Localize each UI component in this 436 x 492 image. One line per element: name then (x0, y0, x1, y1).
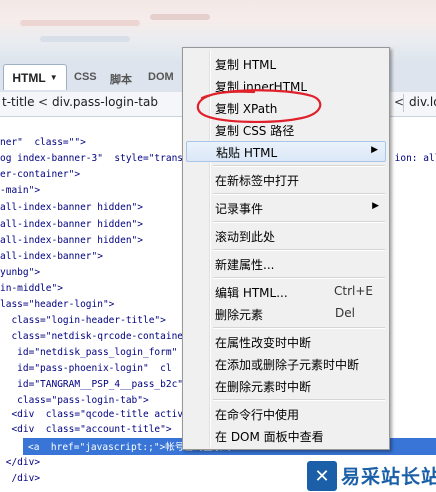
chevron-left-icon[interactable]: < (38, 95, 48, 109)
submenu-arrow-icon: ▶ (372, 201, 379, 211)
menu-item-break-on-element-removal[interactable]: 在删除元素时中断 (183, 375, 389, 396)
code-line[interactable]: class="netdisk-qrcode-container (0, 331, 188, 347)
code-line[interactable]: </div> (0, 457, 40, 473)
menu-item-label: 在命令行中使用 (215, 408, 300, 422)
code-line[interactable]: /div> (0, 473, 40, 489)
menu-item-label: 在新标签中打开 (215, 174, 300, 188)
menu-item-label: 在添加或删除子元素时中断 (215, 358, 360, 372)
code-line[interactable]: all-index-banner hidden"> (0, 235, 143, 251)
menu-separator (213, 327, 385, 329)
menu-item-label: 粘贴 HTML (216, 146, 278, 160)
breadcrumb-item[interactable]: t-title (2, 95, 35, 109)
menu-separator (213, 277, 385, 279)
annotation-circle (196, 89, 322, 124)
code-line[interactable]: er-container"> (0, 169, 80, 185)
menu-item-break-on-child-change[interactable]: 在添加或删除子元素时中断 (183, 353, 389, 374)
menu-item-new-attribute[interactable]: 新建属性... (183, 253, 389, 274)
code-line[interactable]: lass="header-login"> (0, 299, 114, 315)
menu-item-log-events[interactable]: 记录事件 ▶ (183, 197, 389, 218)
code-line[interactable]: in-middle"> (0, 283, 63, 299)
menu-item-use-in-command-line[interactable]: 在命令行中使用 (183, 403, 389, 424)
menu-item-copy-html[interactable]: 复制 HTML (183, 53, 389, 74)
menu-item-shortcut: Ctrl+E (334, 284, 373, 298)
code-line[interactable]: <div class="qcode-title active" (0, 409, 194, 425)
menu-item-scroll-into-view[interactable]: 滚动到此处 (183, 225, 389, 246)
menu-item-label: 在删除元素时中断 (215, 380, 312, 394)
menu-item-label: 删除元素 (215, 308, 264, 322)
tab-html-label: HTML (12, 70, 46, 85)
tab-css[interactable]: CSS (74, 71, 97, 83)
code-line[interactable]: id="pass-phoenix-login" cl (0, 363, 171, 379)
menu-item-label: 新建属性... (215, 258, 275, 272)
menu-item-break-on-attribute-change[interactable]: 在属性改变时中断 (183, 331, 389, 352)
tab-script[interactable]: 脚本 (110, 71, 132, 87)
menu-item-delete-element[interactable]: 删除元素 Del (183, 303, 389, 324)
code-line[interactable]: class="login-header-title"> (0, 315, 165, 331)
menu-item-label: 记录事件 (215, 202, 264, 216)
menu-item-open-in-new-tab[interactable]: 在新标签中打开 (183, 169, 389, 190)
code-line[interactable]: -main"> (0, 185, 40, 201)
menu-separator (213, 249, 385, 251)
menu-item-label: 在 DOM 面板中查看 (215, 430, 324, 444)
menu-item-paste-html[interactable]: 粘贴 HTML ▶ (186, 141, 386, 162)
menu-item-inspect-in-dom-panel[interactable]: 在 DOM 面板中查看 (183, 425, 389, 446)
breadcrumb-item[interactable]: div.lo (409, 95, 436, 109)
code-line[interactable]: id="netdisk_pass_login_form" c (0, 347, 194, 363)
code-line[interactable]: all-index-banner hidden"> (0, 202, 143, 218)
chevron-down-icon[interactable]: ▼ (50, 73, 58, 82)
tab-dom[interactable]: DOM (148, 71, 174, 83)
code-line[interactable]: all-index-banner"> (0, 251, 103, 267)
menu-separator (213, 165, 385, 167)
code-line[interactable]: yunbg"> (0, 267, 40, 283)
menu-separator (213, 399, 385, 401)
code-line[interactable]: id="TANGRAM__PSP_4__pass_b2c" (0, 379, 183, 395)
breadcrumb-divider (403, 94, 404, 112)
menu-separator (213, 193, 385, 195)
menu-item-label: 滚动到此处 (215, 230, 276, 244)
breadcrumb-item[interactable]: div.pass-login-tab (52, 95, 158, 109)
menu-item-label: 在属性改变时中断 (215, 336, 312, 350)
watermark-text: 易采站长站 (341, 466, 436, 488)
menu-item-edit-html[interactable]: 编辑 HTML... Ctrl+E (183, 281, 389, 302)
watermark-logo: ✕ 易采站长站 (305, 460, 436, 492)
menu-item-label: 编辑 HTML... (215, 286, 288, 300)
code-line[interactable]: all-index-banner hidden"> (0, 219, 143, 235)
code-line[interactable]: ner" class=""> (0, 137, 86, 153)
tab-html[interactable]: HTML ▼ (3, 64, 67, 90)
menu-item-label: 复制 HTML (215, 58, 277, 72)
site-logo-icon: ✕ (307, 461, 337, 491)
submenu-arrow-icon: ▶ (371, 145, 378, 155)
menu-item-shortcut: Del (335, 306, 355, 320)
menu-separator (213, 221, 385, 223)
